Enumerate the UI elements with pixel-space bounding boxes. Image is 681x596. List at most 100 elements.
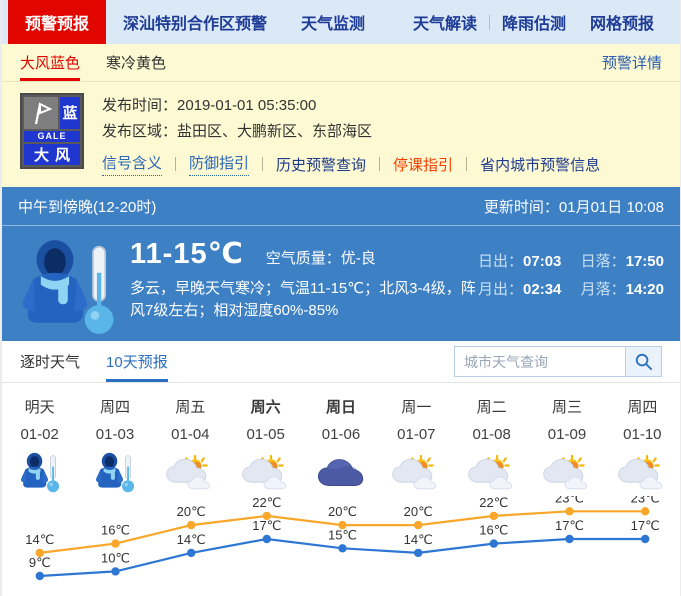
- warning-link-0[interactable]: 信号含义: [102, 152, 162, 176]
- sunset-time: 17:50: [626, 253, 664, 270]
- search-icon: [634, 352, 653, 371]
- nav-tab-warning-forecast[interactable]: 预警预报: [8, 0, 106, 44]
- publish-area-line: 发布区域：盐田区、大鹏新区、东部海区: [102, 119, 600, 145]
- cold-weather-icon: [18, 234, 130, 343]
- nav-link-grid-forecast[interactable]: 网格预报: [578, 10, 666, 34]
- day-label: 周日: [303, 396, 378, 417]
- date-label: 01-10: [605, 426, 680, 443]
- svg-text:14℃: 14℃: [177, 532, 206, 547]
- date-label: 01-02: [2, 426, 77, 443]
- warning-tab-gale-blue[interactable]: 大风蓝色: [20, 44, 80, 81]
- sunrise-label: 日出：: [478, 253, 523, 270]
- svg-text:10℃: 10℃: [101, 550, 130, 565]
- warning-link-4[interactable]: 省内城市预警信息: [480, 154, 600, 175]
- svg-text:16℃: 16℃: [101, 523, 130, 538]
- warning-link-3[interactable]: 停课指引: [393, 154, 453, 175]
- svg-text:17℃: 17℃: [631, 518, 660, 533]
- sunrise-time: 07:03: [523, 253, 561, 270]
- air-quality: 空气质量：优-良: [266, 247, 376, 268]
- warning-link-1[interactable]: 防御指引: [189, 152, 249, 176]
- forecast-day-column-01-02[interactable]: 明天01-02: [2, 396, 77, 496]
- current-weather-header: 中午到傍晚(12-20时) 更新时间：01月01日 10:08: [2, 187, 680, 226]
- weather-description: 多云，早晚天气寒冷；气温11-15℃；北风3-4级，阵风7级左右；相对湿度60%…: [130, 278, 478, 322]
- publish-time-line: 发布时间：2019-01-01 05:35:00: [102, 93, 600, 119]
- partly-cloudy-icon: [228, 450, 303, 496]
- warning-detail-link[interactable]: 预警详情: [602, 52, 662, 73]
- forecast-day-column-01-04[interactable]: 周五01-04: [153, 396, 228, 496]
- svg-text:22℃: 22℃: [252, 496, 281, 510]
- nav-link-rain-estimate[interactable]: 降雨估测: [490, 10, 578, 34]
- warning-section: 大风蓝色 寒冷黄色 预警详情 蓝 GALE 大风: [2, 44, 680, 187]
- search-button[interactable]: [626, 346, 662, 377]
- signal-level-badge: 蓝: [60, 97, 80, 129]
- forecast-day-column-01-09[interactable]: 周三 01-09: [529, 396, 604, 496]
- forecast-day-column-01-03[interactable]: 周四 01-03: [77, 396, 152, 496]
- sunset-label: 日落：: [581, 253, 626, 270]
- publish-area-label: 发布区域：: [102, 123, 177, 140]
- update-time-label: 更新时间：: [484, 199, 559, 216]
- svg-text:14℃: 14℃: [404, 532, 433, 547]
- svg-text:9℃: 9℃: [29, 555, 51, 570]
- date-label: 01-03: [77, 426, 152, 443]
- day-label: 周三: [529, 396, 604, 417]
- nav-tab-shenshan-zone[interactable]: 深汕特别合作区预警: [106, 0, 284, 44]
- partly-cloudy-icon: [454, 450, 529, 496]
- nav-link-weather-interpretation[interactable]: 天气解读: [401, 10, 489, 34]
- cold-icon: [2, 450, 77, 496]
- nav-right-links: 天气解读 降雨估测 网格预报: [401, 0, 680, 44]
- svg-text:20℃: 20℃: [404, 504, 433, 519]
- warning-info: 发布时间：2019-01-01 05:35:00 发布区域：盐田区、大鹏新区、东…: [102, 93, 600, 176]
- forecast-section: 逐时天气 10天预报 明天01-02 周四 01-03: [2, 341, 680, 596]
- update-time-value: 01月01日 10:08: [559, 199, 664, 216]
- forecast-period-label: 中午到傍晚(12-20时): [18, 196, 156, 217]
- warning-links: 信号含义 防御指引 历史预警查询 停课指引 省内城市预警信息: [102, 152, 600, 176]
- tab-10day-forecast[interactable]: 10天预报: [106, 341, 168, 382]
- warning-tab-cold-yellow[interactable]: 寒冷黄色: [106, 44, 166, 81]
- forecast-day-column-01-06[interactable]: 周日01-06: [303, 396, 378, 496]
- update-time: 更新时间：01月01日 10:08: [484, 196, 664, 217]
- date-label: 01-05: [228, 426, 303, 443]
- publish-time-value: 2019-01-01 05:35:00: [177, 97, 316, 114]
- warning-link-2[interactable]: 历史预警查询: [276, 154, 366, 175]
- moonrise-label: 月出：: [478, 281, 523, 298]
- date-label: 01-04: [153, 426, 228, 443]
- partly-cloudy-icon: [605, 450, 680, 496]
- temp-chart: 14℃16℃20℃22℃20℃20℃22℃23℃23℃9℃10℃14℃17℃15…: [2, 496, 681, 596]
- day-label: 周一: [379, 396, 454, 417]
- forecast-day-column-01-07[interactable]: 周一 01-07: [379, 396, 454, 496]
- warning-tabs: 大风蓝色 寒冷黄色 预警详情: [2, 44, 680, 82]
- partly-cloudy-icon: [379, 450, 454, 496]
- forecast-day-column-01-05[interactable]: 周六01-05: [228, 396, 303, 496]
- signal-type-cn: 大风: [24, 144, 80, 165]
- date-label: 01-09: [529, 426, 604, 443]
- publish-area-value: 盐田区、大鹏新区、东部海区: [177, 123, 372, 140]
- air-quality-label: 空气质量：: [266, 250, 341, 267]
- moonset-label: 月落：: [581, 281, 626, 298]
- temperature-range: 11-15℃: [130, 236, 244, 271]
- svg-text:16℃: 16℃: [479, 523, 508, 538]
- day-label: 周四: [77, 396, 152, 417]
- current-weather-body: 11-15℃ 空气质量：优-良 多云，早晚天气寒冷；气温11-15℃；北风3-4…: [2, 226, 680, 343]
- moonrise-time: 02:34: [523, 281, 561, 298]
- day-label: 周四: [605, 396, 680, 417]
- cloudy-icon: [303, 450, 378, 496]
- svg-text:17℃: 17℃: [555, 518, 584, 533]
- svg-text:17℃: 17℃: [252, 518, 281, 533]
- forecast-day-column-01-08[interactable]: 周二 01-08: [454, 396, 529, 496]
- svg-text:20℃: 20℃: [177, 504, 206, 519]
- day-label: 周二: [454, 396, 529, 417]
- signal-type-en: GALE: [24, 131, 80, 142]
- tab-hourly-weather[interactable]: 逐时天气: [20, 341, 80, 382]
- forecast-days: 明天01-02 周四 01-03 周五01-04: [2, 383, 680, 496]
- forecast-day-column-01-10[interactable]: 周四 01-10: [605, 396, 680, 496]
- link-divider: [175, 157, 176, 171]
- date-label: 01-07: [379, 426, 454, 443]
- weather-page: 预警预报 深汕特别合作区预警 天气监测 天气解读 降雨估测 网格预报 大风蓝色 …: [0, 0, 681, 596]
- date-label: 01-08: [454, 426, 529, 443]
- moonset-time: 14:20: [626, 281, 664, 298]
- svg-text:15℃: 15℃: [328, 527, 357, 542]
- nav-tab-weather-monitor[interactable]: 天气监测: [284, 0, 382, 44]
- city-weather-search: [454, 346, 662, 377]
- search-input[interactable]: [454, 346, 626, 377]
- partly-cloudy-icon: [153, 450, 228, 496]
